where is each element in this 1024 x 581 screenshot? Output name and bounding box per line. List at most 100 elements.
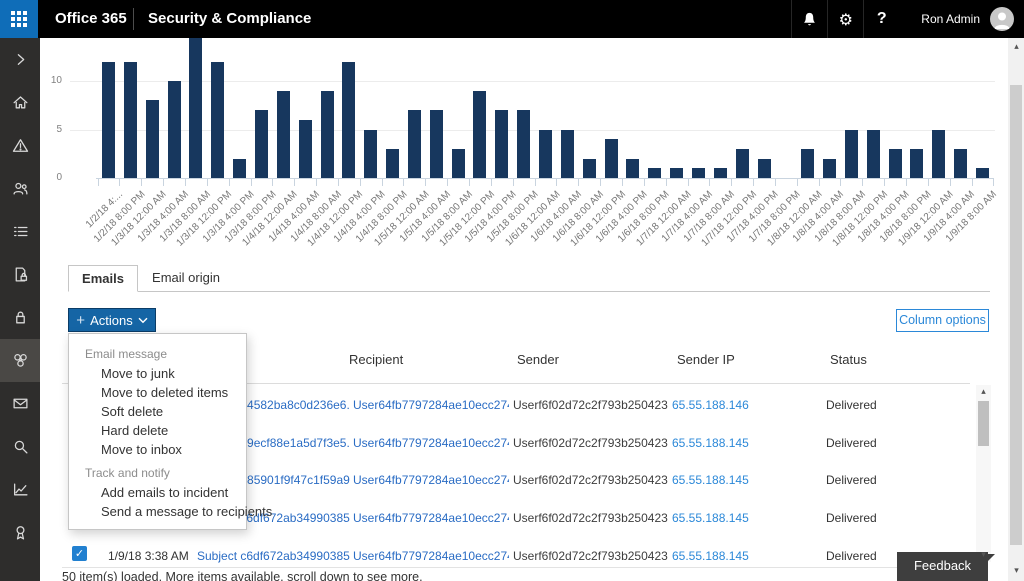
- row-status: Delivered: [826, 511, 877, 527]
- x-axis-tick: [535, 178, 536, 186]
- column-header-sender[interactable]: Sender: [517, 352, 559, 367]
- recipient-link[interactable]: User64fb7797284ae10ecc274e...: [353, 549, 509, 565]
- page-title: Security & Compliance: [148, 0, 311, 38]
- sidebar-item-search[interactable]: [0, 425, 40, 468]
- mail-icon: [12, 395, 29, 412]
- tab-email-origin[interactable]: Email origin: [140, 265, 232, 292]
- x-axis-tick: [884, 178, 885, 186]
- row-checkbox[interactable]: ✓: [72, 546, 87, 561]
- x-axis-tick: [797, 178, 798, 186]
- sidebar-item-reports[interactable]: [0, 468, 40, 511]
- topbar-divider: [133, 8, 134, 30]
- page-scrollbar-thumb[interactable]: [1010, 85, 1022, 545]
- avatar[interactable]: [990, 7, 1014, 31]
- x-axis-tick: [229, 178, 230, 186]
- row-status: Delivered: [826, 473, 877, 489]
- sidebar-item-data-loss-prevention[interactable]: [0, 253, 40, 296]
- recipient-link[interactable]: User64fb7797284ae10ecc274e...: [353, 511, 509, 527]
- settings-button[interactable]: ⚙: [827, 0, 863, 38]
- x-axis-tick: [316, 178, 317, 186]
- x-axis-tick: [622, 178, 623, 186]
- x-axis-tick: [578, 178, 579, 186]
- search-icon: [12, 438, 29, 455]
- sidebar-item-mail-flow[interactable]: [0, 382, 40, 425]
- column-header-sender-ip[interactable]: Sender IP: [677, 352, 735, 367]
- sidebar-item-classifications[interactable]: [0, 210, 40, 253]
- sender-ip-link[interactable]: 65.55.188.145: [672, 549, 749, 565]
- sidebar-item-threat-management[interactable]: [0, 339, 40, 382]
- sender-ip-link[interactable]: 65.55.188.145: [672, 511, 749, 527]
- x-axis-tick: [141, 178, 142, 186]
- sidebar-item-service-assurance[interactable]: [0, 511, 40, 554]
- chart-bar: [539, 130, 552, 179]
- x-axis-tick: [272, 178, 273, 186]
- column-options-button[interactable]: Column options: [896, 309, 989, 332]
- menu-item-move-to-junk[interactable]: Move to junk: [69, 364, 246, 383]
- items-loaded-status: 50 item(s) loaded. More items available,…: [62, 570, 423, 581]
- chart-bar: [910, 149, 923, 178]
- menu-item-move-to-deleted-items[interactable]: Move to deleted items: [69, 383, 246, 402]
- chart-bar: [189, 38, 202, 178]
- people-icon: [12, 180, 29, 197]
- page-scroll-up-arrow-icon[interactable]: ▴: [1009, 42, 1024, 52]
- document-lock-icon: [12, 266, 29, 283]
- recipient-link[interactable]: User64fb7797284ae10ecc274e...: [353, 436, 509, 452]
- chart-gridline: [70, 81, 995, 82]
- menu-item-move-to-inbox[interactable]: Move to inbox: [69, 440, 246, 459]
- x-axis-tick: [688, 178, 689, 186]
- notifications-button[interactable]: [791, 0, 827, 38]
- bell-icon: [801, 11, 818, 28]
- table-scroll-up-arrow-icon[interactable]: ▴: [976, 387, 991, 397]
- subject-link[interactable]: Subject c6df672ab349903857d...: [197, 549, 350, 565]
- x-axis-tick: [98, 178, 99, 186]
- chart-bar: [364, 130, 377, 179]
- x-axis-tick: [185, 178, 186, 186]
- sidebar-item-home[interactable]: [0, 81, 40, 124]
- x-axis-tick: [753, 178, 754, 186]
- table-bottom-divider: [62, 567, 970, 568]
- menu-item-add-emails-to-incident[interactable]: Add emails to incident: [69, 483, 246, 502]
- sender-ip-link[interactable]: 65.55.188.145: [672, 436, 749, 452]
- sender-ip-link[interactable]: 65.55.188.145: [672, 473, 749, 489]
- brand-title[interactable]: Office 365: [55, 0, 127, 38]
- ribbon-badge-icon: [12, 524, 29, 541]
- recipient-link[interactable]: User64fb7797284ae10ecc274e...: [353, 398, 509, 414]
- table-scrollbar-thumb[interactable]: [978, 401, 989, 446]
- x-axis-line: [96, 178, 994, 186]
- tab-emails[interactable]: Emails: [68, 265, 138, 292]
- waffle-icon: [11, 11, 27, 27]
- chart-bar: [932, 130, 945, 179]
- lock-icon: [12, 309, 29, 326]
- menu-item-hard-delete[interactable]: Hard delete: [69, 421, 246, 440]
- column-header-recipient[interactable]: Recipient: [349, 352, 403, 367]
- x-axis-tick: [600, 178, 601, 186]
- sidebar-item-data-governance[interactable]: [0, 296, 40, 339]
- chart-bar: [692, 168, 705, 178]
- x-axis-tick: [666, 178, 667, 186]
- menu-item-send-a-message-to-recipients[interactable]: Send a message to recipients: [69, 502, 246, 521]
- column-header-status[interactable]: Status: [830, 352, 867, 367]
- x-axis-tick: [119, 178, 120, 186]
- table-scroll-down-arrow-icon[interactable]: ▾: [976, 550, 991, 560]
- x-axis-tick: [644, 178, 645, 186]
- chart-bar: [102, 62, 115, 178]
- help-button[interactable]: ?: [863, 0, 899, 38]
- sidebar-item-alerts[interactable]: [0, 124, 40, 167]
- x-axis-tick: [294, 178, 295, 186]
- chart-bar: [517, 110, 530, 178]
- app-launcher-button[interactable]: [0, 0, 38, 38]
- feedback-button[interactable]: Feedback: [897, 552, 988, 581]
- user-name[interactable]: Ron Admin: [921, 12, 980, 26]
- sender-ip-link[interactable]: 65.55.188.146: [672, 398, 749, 414]
- row-sender: Userf6f02d72c2f793b2504236...: [513, 511, 668, 527]
- sidebar-item-expand[interactable]: [0, 38, 40, 81]
- recipient-link[interactable]: User64fb7797284ae10ecc274e...: [353, 473, 509, 489]
- x-axis-tick: [906, 178, 907, 186]
- menu-item-soft-delete[interactable]: Soft delete: [69, 402, 246, 421]
- question-mark-icon: ?: [877, 10, 887, 28]
- page-scroll-down-arrow-icon[interactable]: ▾: [1009, 566, 1024, 576]
- actions-button[interactable]: + Actions: [68, 308, 156, 332]
- sidebar-item-permissions[interactable]: [0, 167, 40, 210]
- security-compliance-app: Office 365 Security & Compliance ⚙ ? Ron…: [0, 0, 1024, 581]
- chart-bar: [168, 81, 181, 178]
